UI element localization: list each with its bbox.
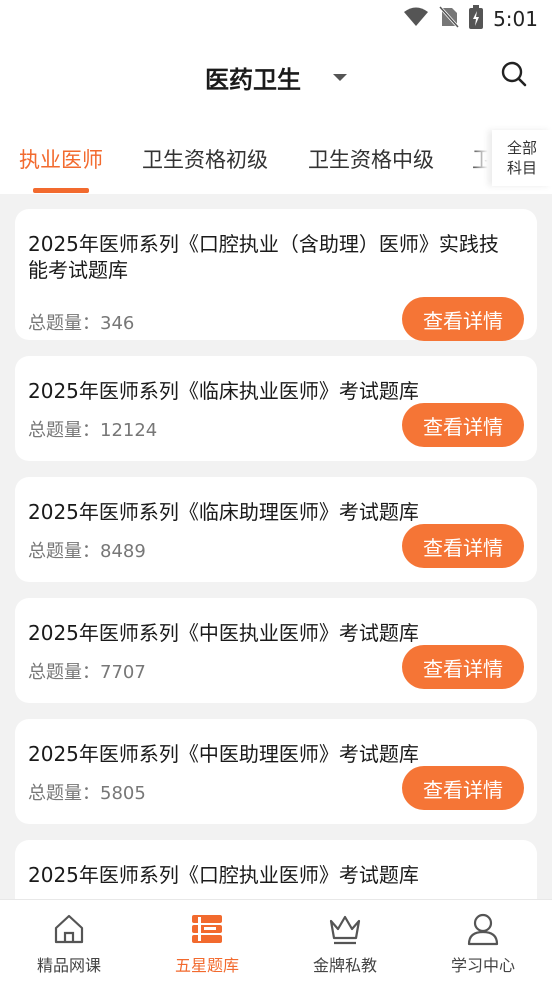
all-subjects-label-1: 全部 [506, 139, 537, 157]
category-selector[interactable]: 医药卫生 [0, 60, 552, 95]
list-item[interactable]: 2025年医师系列《临床助理医师》考试题库 总题量：8489 查看详情 [15, 477, 537, 582]
card-title: 2025年医师系列《口腔执业（含助理）医师》实践技能考试题库 [28, 232, 499, 282]
nav-private-tutor[interactable]: 金牌私教 [276, 900, 414, 983]
card-title: 2025年医师系列《临床执业医师》考试题库 [28, 379, 419, 403]
page-title: 医药卫生 [205, 66, 301, 94]
list-item[interactable]: 2025年医师系列《口腔执业（含助理）医师》实践技能考试题库 总题量：346 查… [15, 209, 537, 341]
nav-question-bank[interactable]: 五星题库 [138, 900, 276, 983]
all-subjects-label-2: 科目 [506, 159, 537, 177]
tab-fade [470, 132, 492, 184]
list-item[interactable]: 2025年医师系列《临床执业医师》考试题库 总题量：12124 查看详情 [15, 356, 537, 461]
card-title: 2025年医师系列《临床助理医师》考试题库 [28, 500, 419, 524]
bottom-nav: 精品网课 五星题库 金牌私教 学习中心 [0, 899, 552, 983]
app-header: 医药卫生 [0, 38, 552, 118]
nav-study-center[interactable]: 学习中心 [414, 900, 552, 983]
active-tab-indicator [33, 188, 89, 193]
tab-health-primary[interactable]: 卫生资格初级 [142, 144, 268, 174]
tab-bar: 执业医师 卫生资格初级 卫生资格中级 卫 全部 科目 [0, 118, 552, 194]
wifi-icon [403, 7, 429, 31]
view-details-button[interactable]: 查看详情 [402, 297, 524, 341]
view-details-button[interactable]: 查看详情 [402, 524, 524, 568]
question-count: 总题量：12124 [28, 420, 158, 441]
view-details-button[interactable]: 查看详情 [402, 766, 524, 810]
question-bank-list: 2025年医师系列《口腔执业（含助理）医师》实践技能考试题库 总题量：346 查… [0, 194, 552, 899]
tab-licensed-physician[interactable]: 执业医师 [19, 144, 103, 174]
no-sim-icon [438, 5, 460, 32]
nav-courses[interactable]: 精品网课 [0, 900, 138, 983]
status-time: 5:01 [493, 7, 538, 31]
nav-label: 金牌私教 [312, 956, 377, 975]
status-bar: 5:01 [0, 0, 552, 38]
view-details-button[interactable]: 查看详情 [402, 403, 524, 447]
question-count: 总题量：346 [28, 313, 135, 334]
question-count: 总题量：5805 [28, 783, 146, 804]
all-subjects-button[interactable]: 全部 科目 [492, 130, 552, 186]
tab-health-intermediate[interactable]: 卫生资格中级 [308, 144, 434, 174]
nav-label: 学习中心 [450, 956, 515, 975]
card-title: 2025年医师系列《中医助理医师》考试题库 [28, 742, 419, 766]
view-details-button[interactable]: 查看详情 [402, 645, 524, 689]
question-count: 总题量：8489 [28, 541, 146, 562]
list-item[interactable]: 2025年医师系列《中医执业医师》考试题库 总题量：7707 查看详情 [15, 598, 537, 703]
home-icon [52, 912, 86, 946]
list-item[interactable]: 2025年医师系列《口腔执业医师》考试题库 [15, 840, 537, 899]
battery-charging-icon [469, 5, 484, 33]
person-icon [466, 912, 500, 946]
chevron-down-icon [333, 74, 347, 81]
nav-label: 五星题库 [174, 956, 239, 975]
nav-label: 精品网课 [36, 956, 101, 975]
question-count: 总题量：7707 [28, 662, 146, 683]
card-title: 2025年医师系列《口腔执业医师》考试题库 [28, 863, 419, 887]
list-item[interactable]: 2025年医师系列《中医助理医师》考试题库 总题量：5805 查看详情 [15, 719, 537, 824]
crown-icon [328, 912, 362, 946]
card-title: 2025年医师系列《中医执业医师》考试题库 [28, 621, 419, 645]
search-icon[interactable] [500, 60, 528, 92]
question-bank-icon [190, 912, 224, 946]
